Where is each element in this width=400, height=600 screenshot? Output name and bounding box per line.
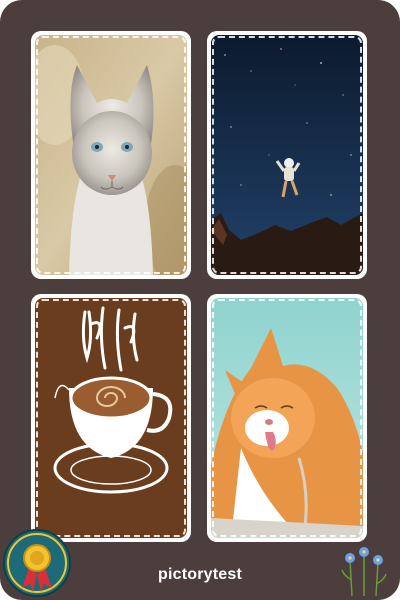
memory-card-astronaut[interactable] — [207, 31, 367, 279]
app-title: pictorytest — [158, 566, 242, 583]
memory-card-gray-cat[interactable] — [31, 31, 191, 279]
medal-badge-icon[interactable] — [2, 528, 72, 598]
game-board: pictorytest — [0, 0, 400, 600]
card-image-astronaut — [211, 35, 363, 275]
card-image-gray-cat — [35, 35, 187, 275]
card-image-coffee — [35, 298, 187, 538]
card-image-ginger-cat — [211, 298, 363, 538]
memory-card-ginger-cat[interactable] — [207, 294, 367, 542]
blue-flowers-icon — [338, 540, 390, 597]
memory-card-coffee[interactable] — [31, 294, 191, 542]
